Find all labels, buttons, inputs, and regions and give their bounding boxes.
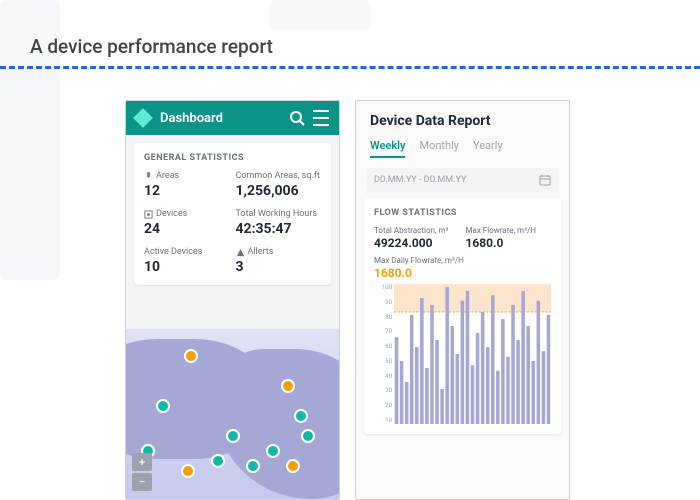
dashboard-screen: Dashboard GENERAL STATISTICS Areas 12 Co… (125, 100, 340, 500)
stat-total-abstraction: Total Abstraction, m³ 49224.000 (374, 226, 460, 250)
general-stats-card: GENERAL STATISTICS Areas 12 Common Areas… (134, 143, 331, 285)
stat-areas: Areas 12 (144, 171, 230, 199)
report-screen: Device Data Report Weekly Monthly Yearly… (355, 100, 570, 500)
menu-icon[interactable] (313, 110, 329, 126)
stats-header: GENERAL STATISTICS (144, 153, 321, 163)
map[interactable]: + − (126, 329, 339, 499)
search-icon[interactable] (289, 110, 305, 126)
logo-icon (133, 108, 153, 128)
stat-common-areas: Common Areas, sq.ft 1,256,006 (236, 171, 322, 199)
zoom-out-button[interactable]: − (132, 473, 152, 491)
tab-yearly[interactable]: Yearly (473, 139, 503, 158)
stat-alerts: Allerts 3 (236, 247, 322, 275)
tab-monthly[interactable]: Monthly (419, 139, 459, 158)
date-range-input[interactable]: DD.MM.YY - DD.MM.YY (366, 168, 559, 192)
stat-devices: Devices 24 (144, 209, 230, 237)
period-tabs: Weekly Monthly Yearly (370, 139, 555, 158)
stat-hours: Total Working Hours 42:35:47 (236, 209, 322, 237)
stat-daily-flowrate: Max Daily Flowrate, m³/H 1680.0 (374, 256, 551, 280)
page-title: A device performance report (30, 35, 273, 58)
flow-header: FLOW STATISTICS (374, 208, 551, 218)
report-title: Device Data Report (370, 113, 555, 129)
flowrate-chart: 100908070605040302010 (374, 284, 551, 424)
stat-active-devices: Active Devices 10 (144, 247, 230, 275)
calendar-icon (539, 174, 551, 186)
divider (0, 66, 700, 69)
app-header: Dashboard (126, 101, 339, 135)
flow-stats-card: FLOW STATISTICS Total Abstraction, m³ 49… (364, 198, 561, 434)
tab-weekly[interactable]: Weekly (370, 139, 405, 158)
header-title: Dashboard (160, 111, 281, 126)
zoom-in-button[interactable]: + (132, 453, 152, 471)
stat-max-flowrate: Max Flowrate, m³/H 1680.0 (466, 226, 552, 250)
